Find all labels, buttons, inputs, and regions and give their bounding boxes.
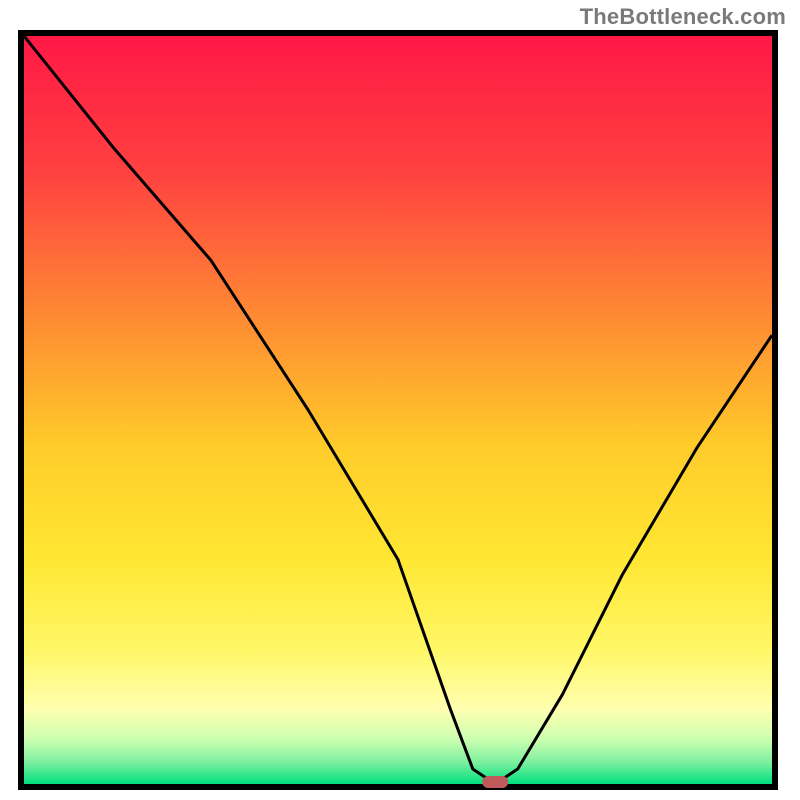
chart-background [24,36,772,784]
watermark-text: TheBottleneck.com [580,4,786,30]
bottleneck-chart [18,30,778,790]
chart-container: TheBottleneck.com [0,0,800,800]
optimal-marker [482,776,508,788]
